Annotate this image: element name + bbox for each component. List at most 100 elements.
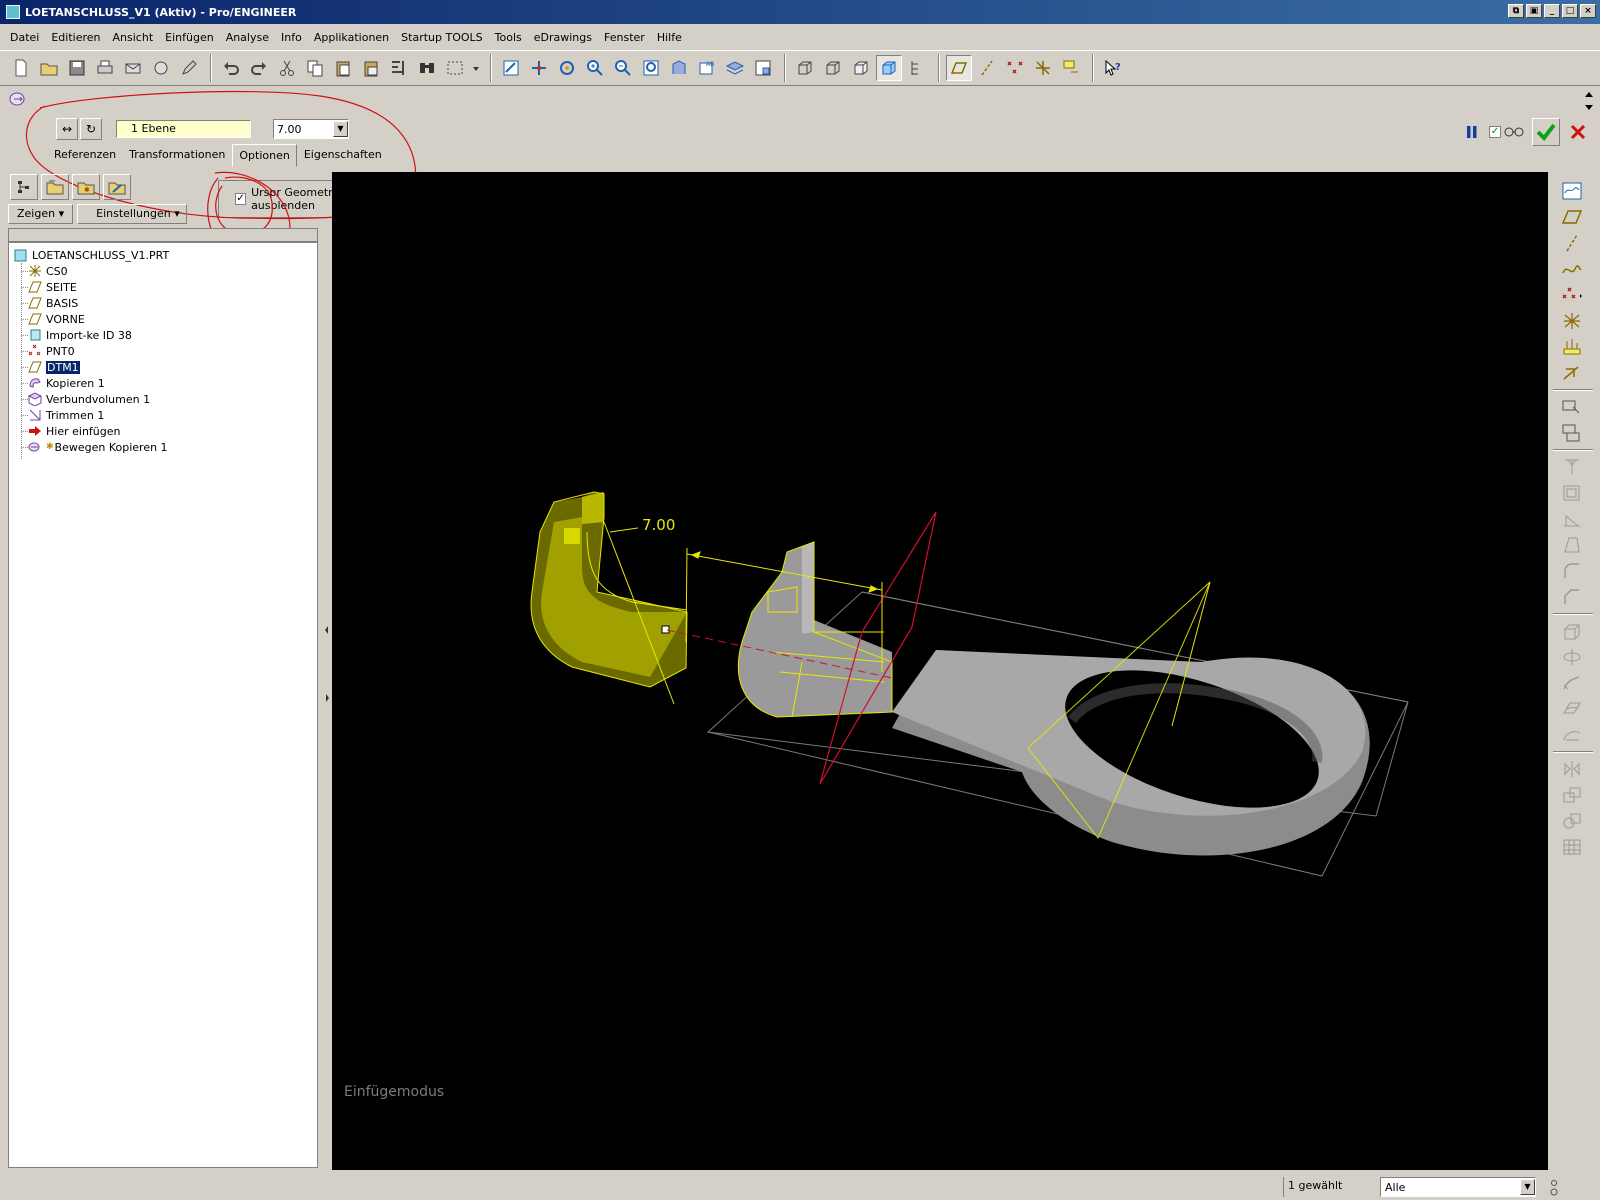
menu-hilfe[interactable]: Hilfe xyxy=(651,31,688,44)
redo-icon[interactable] xyxy=(246,55,272,81)
merge-icon[interactable] xyxy=(1557,782,1587,808)
spin-center-icon[interactable] xyxy=(526,55,552,81)
coordinate-systems-toggle-icon[interactable] xyxy=(1030,55,1056,81)
reference-feature-icon[interactable] xyxy=(1557,360,1587,386)
hidden-line-icon[interactable] xyxy=(820,55,846,81)
no-hidden-icon[interactable] xyxy=(848,55,874,81)
extrude-icon[interactable] xyxy=(1557,618,1587,644)
boundary-blend-icon[interactable] xyxy=(1557,722,1587,748)
close-button[interactable]: × xyxy=(1580,4,1596,18)
tab-optionen[interactable]: Optionen xyxy=(232,144,297,167)
tree-item-dtm1[interactable]: DTM1 xyxy=(9,359,317,375)
menu-info[interactable]: Info xyxy=(275,31,308,44)
folder-browser-tab-icon[interactable] xyxy=(41,174,69,200)
paste-icon[interactable] xyxy=(330,55,356,81)
show-dropdown-button[interactable]: Zeigen ▾ xyxy=(8,204,74,224)
copy-icon[interactable] xyxy=(302,55,328,81)
datum-plane-tool-icon[interactable] xyxy=(1557,204,1587,230)
tree-item-basis[interactable]: BASIS xyxy=(9,295,317,311)
pattern-icon[interactable] xyxy=(1557,834,1587,860)
translate-icon[interactable]: ↔ xyxy=(56,118,78,140)
resize-grip-icon[interactable] xyxy=(1546,1178,1562,1198)
tree-item-bewegen-kopieren[interactable]: ✱ Bewegen Kopieren 1 xyxy=(9,439,317,455)
send-mail-icon[interactable] xyxy=(120,55,146,81)
variable-sweep-icon[interactable] xyxy=(1557,670,1587,696)
placeholder-icon[interactable] xyxy=(1557,394,1587,420)
zoom-in-icon[interactable] xyxy=(582,55,608,81)
tree-item-seite[interactable]: SEITE xyxy=(9,279,317,295)
tree-item-import[interactable]: Import-ke ID 38 xyxy=(9,327,317,343)
tab-referenzen[interactable]: Referenzen xyxy=(48,144,122,167)
select-box-icon[interactable] xyxy=(442,55,468,81)
shell-icon[interactable] xyxy=(1557,480,1587,506)
datum-planes-toggle-icon[interactable] xyxy=(946,55,972,81)
cancel-x-icon[interactable] xyxy=(1568,122,1588,142)
saved-views-icon[interactable]: AB xyxy=(694,55,720,81)
menu-datei[interactable]: Datei xyxy=(4,31,45,44)
menu-analyse[interactable]: Analyse xyxy=(220,31,275,44)
round-icon[interactable] xyxy=(1557,558,1587,584)
chevron-down-icon[interactable]: ▼ xyxy=(333,121,348,137)
tab-transformationen[interactable]: Transformationen xyxy=(123,144,231,167)
selection-filter-dropdown[interactable]: Alle ▼ xyxy=(1380,1177,1536,1197)
restore-child-button[interactable]: ⧉ xyxy=(1508,4,1524,18)
panel-sash[interactable] xyxy=(322,172,332,1172)
maximize-button[interactable]: □ xyxy=(1562,4,1578,18)
distance-value-combo[interactable]: 7.00 ▼ xyxy=(273,119,349,139)
tree-item-verbundvolumen[interactable]: Verbundvolumen 1 xyxy=(9,391,317,407)
menu-fenster[interactable]: Fenster xyxy=(598,31,651,44)
repaint-icon[interactable] xyxy=(498,55,524,81)
analysis-feature-icon[interactable] xyxy=(1557,334,1587,360)
save-icon[interactable] xyxy=(64,55,90,81)
view-manager-icon[interactable] xyxy=(750,55,776,81)
paste-special-icon[interactable] xyxy=(358,55,384,81)
tree-item-kopieren[interactable]: Kopieren 1 xyxy=(9,375,317,391)
menu-tools[interactable]: Tools xyxy=(489,31,528,44)
chamfer-icon[interactable] xyxy=(1557,584,1587,610)
component-interface-icon[interactable] xyxy=(1557,420,1587,446)
reorient-icon[interactable] xyxy=(666,55,692,81)
draft-icon[interactable] xyxy=(1557,532,1587,558)
model-tree-tab-icon[interactable] xyxy=(10,174,38,200)
annotations-toggle-icon[interactable] xyxy=(1058,55,1084,81)
intersect-icon[interactable] xyxy=(1557,808,1587,834)
datum-point-tool-icon[interactable] xyxy=(1557,282,1587,308)
tree-item-hier-einfuegen[interactable]: Hier einfügen xyxy=(9,423,317,439)
tree-item-trimmen[interactable]: Trimmen 1 xyxy=(9,407,317,423)
distance-value[interactable]: 7.00 xyxy=(274,123,333,136)
tree-item-cs0[interactable]: CS0 xyxy=(9,263,317,279)
tree-root[interactable]: LOETANSCHLUSS_V1.PRT xyxy=(9,247,317,263)
tile-button[interactable]: ▣ xyxy=(1526,4,1542,18)
confirm-check-icon[interactable] xyxy=(1532,118,1560,146)
selection-filter-value[interactable]: Alle xyxy=(1381,1181,1520,1194)
menu-editieren[interactable]: Editieren xyxy=(45,31,106,44)
context-help-icon[interactable]: ? xyxy=(1100,55,1126,81)
menu-applikationen[interactable]: Applikationen xyxy=(308,31,395,44)
new-file-icon[interactable] xyxy=(8,55,34,81)
minimize-button[interactable]: _ xyxy=(1544,4,1560,18)
favorites-tab-icon[interactable]: ✱ xyxy=(72,174,100,200)
datum-axis-tool-icon[interactable] xyxy=(1557,230,1587,256)
rib-icon[interactable] xyxy=(1557,506,1587,532)
model-3d-view[interactable]: 7.00 xyxy=(332,172,1548,1170)
menu-startup-tools[interactable]: Startup TOOLS xyxy=(395,31,488,44)
part-body[interactable] xyxy=(738,542,1370,856)
select-dropdown-arrow-icon[interactable] xyxy=(470,55,482,81)
mirror-icon[interactable] xyxy=(1557,756,1587,782)
datum-curve-tool-icon[interactable] xyxy=(1557,256,1587,282)
find-icon[interactable] xyxy=(414,55,440,81)
datum-axes-toggle-icon[interactable] xyxy=(974,55,1000,81)
send-link-icon[interactable] xyxy=(148,55,174,81)
tab-eigenschaften[interactable]: Eigenschaften xyxy=(298,144,388,167)
reference-collector-field[interactable]: 1 Ebene xyxy=(116,120,251,138)
menu-einfuegen[interactable]: Einfügen xyxy=(159,31,220,44)
refit-icon[interactable] xyxy=(638,55,664,81)
blend-icon[interactable] xyxy=(1557,696,1587,722)
graphics-viewport[interactable]: 7.00 Einfügemodus xyxy=(332,172,1548,1170)
menu-ansicht[interactable]: Ansicht xyxy=(107,31,160,44)
sketch-icon[interactable] xyxy=(1557,178,1587,204)
menu-edrawings[interactable]: eDrawings xyxy=(528,31,598,44)
pause-icon[interactable] xyxy=(1463,123,1481,141)
dashboard-scroll-arrows[interactable] xyxy=(1582,88,1596,114)
settings-dropdown-button[interactable]: Einstellungen ▾ xyxy=(77,204,187,224)
